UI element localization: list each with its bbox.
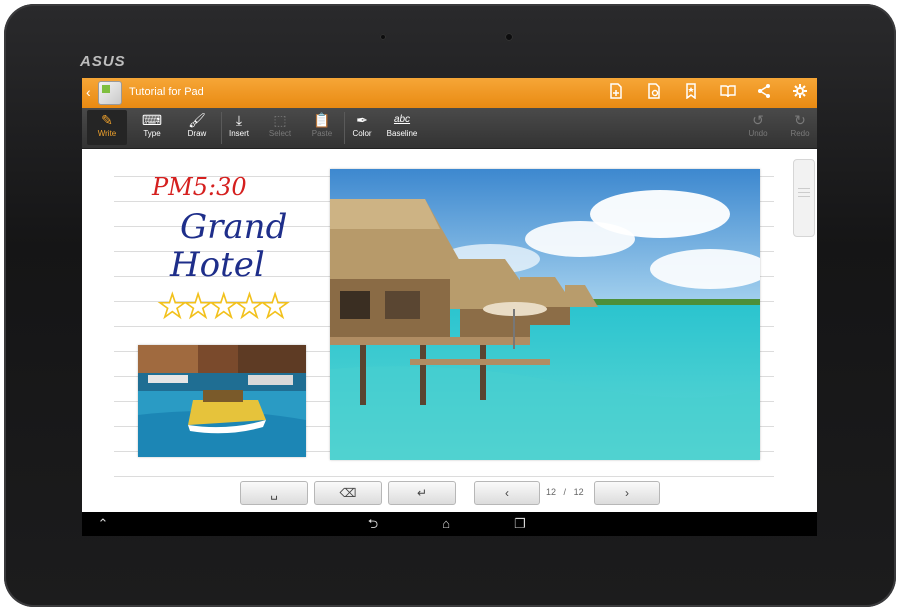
keyboard-icon: ⌨ — [141, 112, 163, 128]
undo-icon: ↺ — [752, 112, 764, 128]
undo-label: Undo — [748, 129, 768, 138]
chevron-left-icon: ‹ — [505, 486, 509, 500]
total-pages: 12 — [573, 487, 584, 497]
handwritten-title-line2: Hotel — [170, 245, 265, 285]
redo-button[interactable]: ↻ Redo — [780, 110, 817, 145]
page-separator: / — [563, 487, 567, 497]
space-icon: ␣ — [270, 486, 278, 500]
write-label: Write — [97, 129, 117, 138]
page-settings-icon[interactable] — [644, 83, 664, 103]
insert-label: Insert — [228, 129, 249, 138]
write-pen-icon: ✎ — [101, 112, 113, 128]
insert-tool-button[interactable]: ⤓ Insert — [219, 110, 259, 145]
redo-icon: ↻ — [794, 112, 806, 128]
space-key[interactable]: ␣ — [240, 481, 308, 505]
color-pen-icon: ✒ — [356, 112, 368, 128]
front-camera — [380, 34, 386, 40]
bungalow-photo-image — [330, 169, 760, 460]
previous-page-button[interactable]: ‹ — [474, 481, 540, 505]
select-tool-button[interactable]: ⬚ Select — [260, 110, 300, 145]
inserted-photo-boat[interactable] — [138, 345, 306, 457]
action-bar: ‹ Tutorial for Pad — [82, 78, 817, 108]
new-page-icon[interactable] — [606, 83, 626, 103]
app-title: Tutorial for Pad — [129, 86, 204, 98]
input-key-strip: ␣ ⌫ ↵ ‹ 12 / 12 › — [82, 478, 817, 508]
redo-label: Redo — [790, 129, 810, 138]
share-icon[interactable] — [754, 83, 774, 103]
back-icon[interactable]: ⮌ — [362, 515, 384, 533]
book-icon[interactable] — [718, 83, 738, 103]
baseline-label: Baseline — [386, 129, 418, 138]
select-label: Select — [268, 129, 292, 138]
paste-icon: 📋 — [313, 112, 331, 128]
chevron-right-icon: › — [625, 486, 629, 500]
insert-icon: ⤓ — [235, 112, 243, 128]
back-chevron-icon[interactable]: ‹ — [86, 84, 91, 100]
handwritten-stars: ★★★★★ — [157, 287, 290, 325]
boat-photo-image — [138, 345, 306, 457]
front-camera-lens — [505, 33, 513, 41]
page-scrollbar[interactable] — [793, 159, 815, 237]
next-page-button[interactable]: › — [594, 481, 660, 505]
page-indicator: 12 / 12 — [546, 487, 584, 497]
ruled-line — [114, 476, 774, 477]
backspace-key[interactable]: ⌫ — [314, 481, 382, 505]
inserted-photo-bungalows[interactable] — [330, 169, 760, 460]
backspace-icon: ⌫ — [339, 486, 357, 500]
type-tool-button[interactable]: ⌨ Type — [132, 110, 172, 145]
type-label: Type — [143, 129, 161, 138]
color-label: Color — [352, 129, 372, 138]
note-page[interactable]: PM5:30 Grand Hotel ★★★★★ — [82, 149, 817, 509]
settings-gear-icon[interactable] — [790, 83, 810, 103]
brand-logo: ASUS — [80, 53, 126, 70]
paste-label: Paste — [311, 129, 333, 138]
bookmark-icon[interactable] — [681, 83, 701, 103]
draw-label: Draw — [187, 129, 207, 138]
screen: ‹ Tutorial for Pad ✎ Write ⌨ Type 🖌 Draw… — [82, 78, 817, 536]
system-navigation-bar: ⌃ ⮌ ⌂ ❐ — [82, 512, 817, 536]
hide-keyboard-icon[interactable]: ⌃ — [92, 515, 114, 533]
paste-tool-button[interactable]: 📋 Paste — [302, 110, 342, 145]
enter-arrow-icon: ↵ — [416, 486, 428, 500]
home-icon[interactable]: ⌂ — [435, 515, 457, 533]
edit-toolbar: ✎ Write ⌨ Type 🖌 Draw ⤓ Insert ⬚ Select … — [82, 108, 817, 149]
recent-apps-icon[interactable]: ❐ — [509, 515, 531, 533]
app-logo-icon[interactable] — [98, 81, 122, 105]
select-icon: ⬚ — [273, 112, 287, 128]
color-tool-button[interactable]: ✒ Color — [342, 110, 382, 145]
undo-button[interactable]: ↺ Undo — [738, 110, 778, 145]
draw-tool-button[interactable]: 🖌 Draw — [177, 110, 217, 145]
current-page: 12 — [546, 487, 557, 497]
baseline-icon: abc — [393, 114, 411, 125]
write-tool-button[interactable]: ✎ Write — [87, 110, 127, 145]
brush-icon: 🖌 — [188, 112, 206, 128]
handwritten-time: PM5:30 — [152, 173, 247, 201]
handwritten-title-line1: Grand — [180, 207, 288, 247]
baseline-tool-button[interactable]: abc Baseline — [382, 110, 422, 145]
enter-key[interactable]: ↵ — [388, 481, 456, 505]
